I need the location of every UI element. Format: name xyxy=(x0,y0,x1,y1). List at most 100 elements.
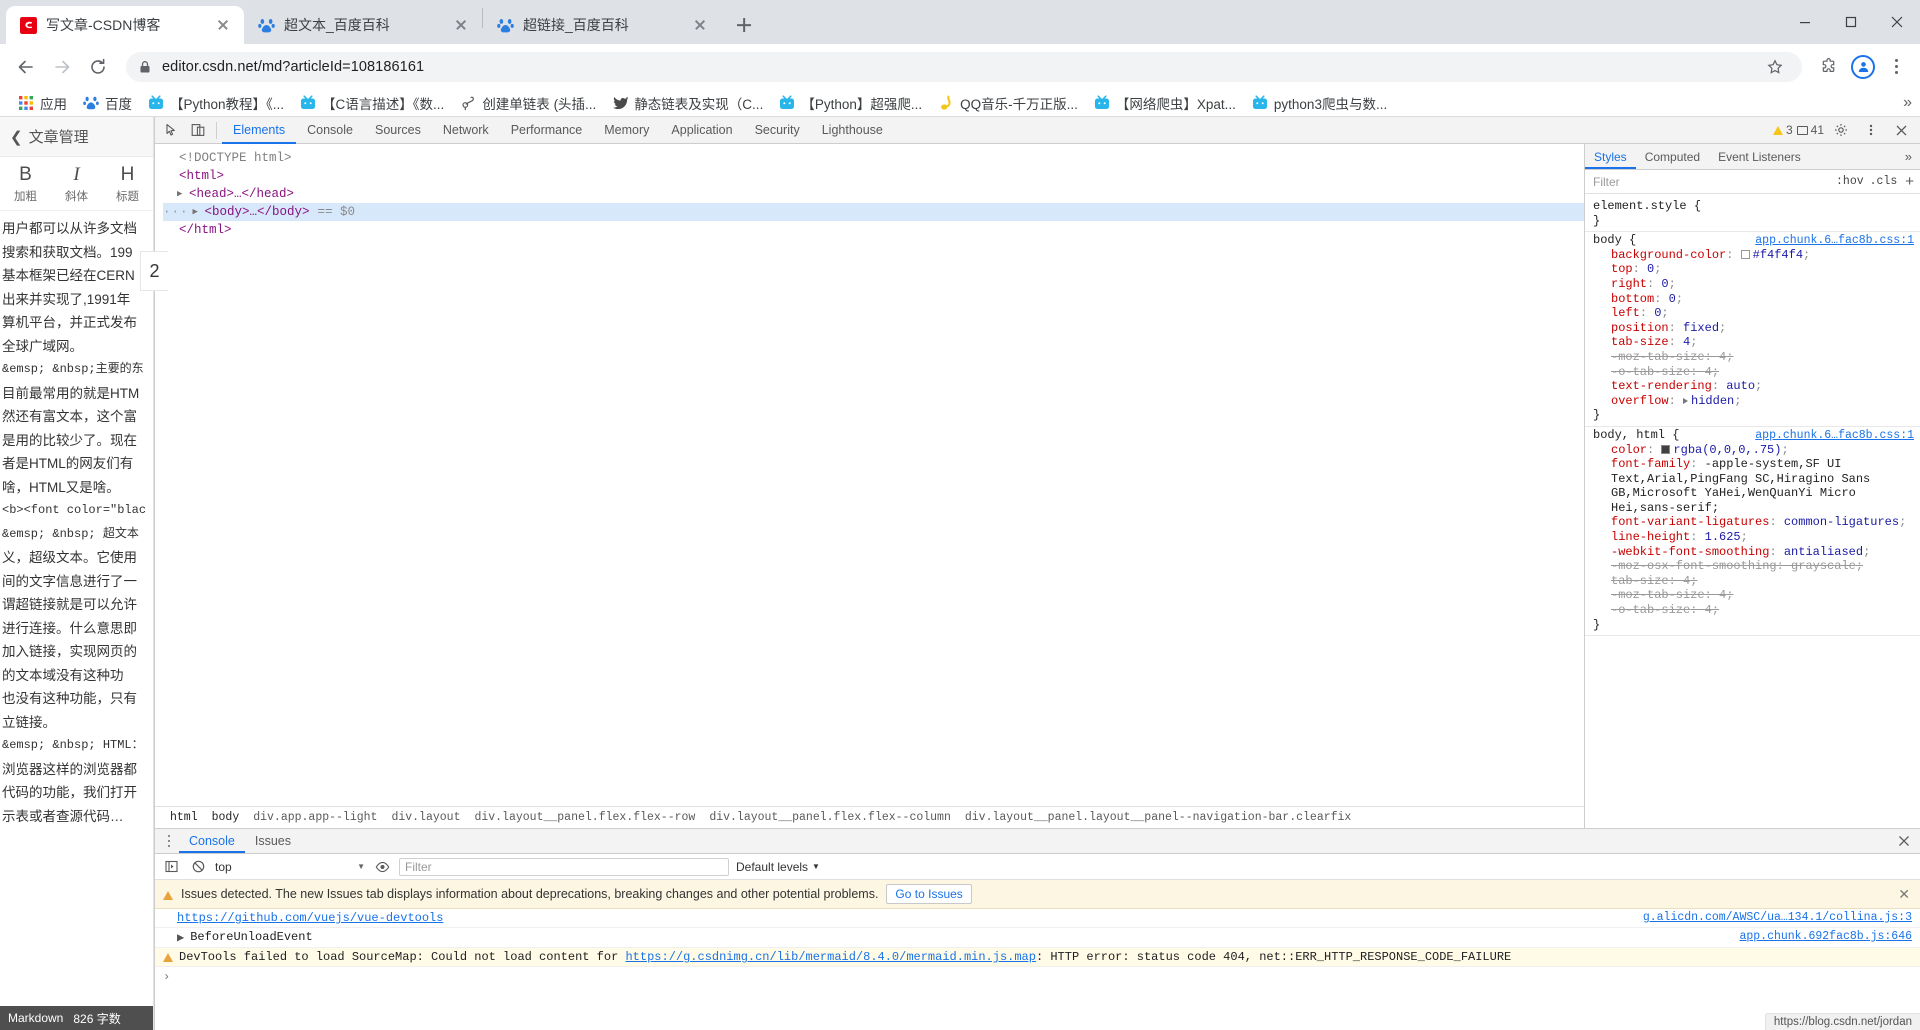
gear-icon[interactable] xyxy=(1828,118,1854,143)
color-swatch[interactable] xyxy=(1740,249,1750,259)
style-prop[interactable]: background-color: #f4f4f4; xyxy=(1593,248,1920,263)
close-button[interactable] xyxy=(1874,0,1920,44)
device-toolbar-icon[interactable] xyxy=(185,118,211,143)
tab-close-button[interactable] xyxy=(214,16,232,34)
style-prop[interactable]: -webkit-font-smoothing: antialiased; xyxy=(1593,545,1920,560)
color-swatch[interactable] xyxy=(1661,444,1671,454)
clear-console-icon[interactable] xyxy=(188,854,208,879)
console-context-selector[interactable]: top ▼ xyxy=(215,860,365,874)
drawer-close-button[interactable] xyxy=(1888,829,1920,853)
forward-button[interactable] xyxy=(46,51,78,83)
browser-tab-2[interactable]: 超链接_百度百科 xyxy=(483,6,721,44)
tab-memory[interactable]: Memory xyxy=(593,117,660,144)
style-prop[interactable]: overflow: hidden; xyxy=(1593,394,1920,409)
message-source-link[interactable]: g.alicdn.com/AWSC/ua…134.1/collina.js:3 xyxy=(1643,911,1912,924)
breadcrumb-item-layout[interactable]: div.layout xyxy=(384,811,467,824)
tab-styles[interactable]: Styles xyxy=(1585,144,1636,169)
bookmarks-overflow-button[interactable]: » xyxy=(1903,94,1912,112)
style-prop[interactable]: line-height: 1.625; xyxy=(1593,530,1920,545)
bookmark-xpath[interactable]: 【网络爬虫】Xpat... xyxy=(1086,90,1244,116)
browser-tab-1[interactable]: 超文本_百度百科 xyxy=(244,6,482,44)
warning-count-badge[interactable]: 3 xyxy=(1772,123,1793,137)
bookmark-c-language[interactable]: 【C语言描述】《数... xyxy=(292,90,452,116)
style-rule-body-html[interactable]: body, html { app.chunk.6…fac8b.css:1 col… xyxy=(1585,427,1920,637)
dom-node[interactable]: <html> xyxy=(163,167,1584,185)
expand-triangle-icon[interactable]: ▶ xyxy=(177,185,187,203)
style-prop[interactable]: right: 0; xyxy=(1593,277,1920,292)
rule-source-link[interactable]: app.chunk.6…fac8b.css:1 xyxy=(1755,234,1914,249)
style-rule-element[interactable]: element.style { } xyxy=(1585,198,1920,233)
address-bar[interactable]: editor.csdn.net/md?articleId=108186161 xyxy=(126,51,1802,82)
reload-button[interactable] xyxy=(82,51,114,83)
breadcrumb-item-body[interactable]: body xyxy=(205,811,247,824)
console-message-object[interactable]: ▶ BeforeUnloadEvent app.chunk.692fac8b.j… xyxy=(155,928,1920,948)
extensions-button[interactable] xyxy=(1814,52,1844,82)
heading-button[interactable]: H 标题 xyxy=(102,165,153,204)
rule-source-link[interactable]: app.chunk.6…fac8b.css:1 xyxy=(1755,429,1914,444)
drawer-menu-button[interactable] xyxy=(159,829,179,853)
dom-tree[interactable]: <!DOCTYPE html> <html> ▶ <head>…</head> … xyxy=(155,144,1584,806)
new-style-rule-button[interactable]: + xyxy=(1903,173,1916,190)
styles-filter-input[interactable]: Filter xyxy=(1589,175,1830,189)
style-prop[interactable]: left: 0; xyxy=(1593,306,1920,321)
console-levels-selector[interactable]: Default levels ▼ xyxy=(736,860,820,874)
dom-node[interactable]: <!DOCTYPE html> xyxy=(163,149,1584,167)
tab-lighthouse[interactable]: Lighthouse xyxy=(811,117,894,144)
sourcemap-url-link[interactable]: https://g.csdnimg.cn/lib/mermaid/8.4.0/m… xyxy=(625,950,1035,964)
expand-triangle-icon[interactable] xyxy=(1683,397,1689,404)
breadcrumb-item-navigation-bar[interactable]: div.layout__panel.layout__panel--navigat… xyxy=(958,811,1358,824)
style-prop[interactable]: text-rendering: auto; xyxy=(1593,379,1920,394)
live-expression-icon[interactable] xyxy=(372,854,392,879)
expand-triangle-icon[interactable]: ▶ xyxy=(193,203,203,221)
bookmark-python-spider[interactable]: 【Python】超强爬... xyxy=(771,90,930,116)
new-tab-button[interactable] xyxy=(729,10,759,40)
article-title-input[interactable]: 2 xyxy=(140,251,168,291)
bold-button[interactable]: B 加粗 xyxy=(0,165,51,204)
breadcrumb-item-html[interactable]: html xyxy=(163,811,205,824)
style-prop-overridden[interactable]: tab-size: 4; xyxy=(1593,574,1920,589)
console-message-link[interactable]: https://github.com/vuejs/vue-devtools g.… xyxy=(155,909,1920,928)
style-prop-overridden[interactable]: -o-tab-size: 4; xyxy=(1593,365,1920,380)
console-messages[interactable]: Issues detected. The new Issues tab disp… xyxy=(155,880,1920,1030)
chevron-left-icon[interactable]: ❮ xyxy=(10,128,23,146)
style-prop[interactable]: font-family: -apple-system,SF UI Text,Ar… xyxy=(1593,457,1920,515)
tab-network[interactable]: Network xyxy=(432,117,500,144)
tab-console[interactable]: Console xyxy=(296,117,364,144)
style-rule-body[interactable]: body { app.chunk.6…fac8b.css:1 backgroun… xyxy=(1585,232,1920,427)
issues-banner-close-button[interactable]: ✕ xyxy=(1898,886,1912,903)
inspect-cursor-icon[interactable] xyxy=(159,118,185,143)
style-prop[interactable]: bottom: 0; xyxy=(1593,292,1920,307)
tab-performance[interactable]: Performance xyxy=(500,117,594,144)
dom-node-selected[interactable]: ··· ▶ <body>…</body> == $0 xyxy=(163,203,1584,221)
style-prop[interactable]: top: 0; xyxy=(1593,262,1920,277)
bookmark-python3-spider[interactable]: python3爬虫与数... xyxy=(1244,90,1395,116)
style-prop-overridden[interactable]: -o-tab-size: 4; xyxy=(1593,603,1920,618)
hov-toggle[interactable]: :hov xyxy=(1836,175,1864,188)
maximize-button[interactable] xyxy=(1828,0,1874,44)
devtools-menu-button[interactable] xyxy=(1858,118,1884,143)
bookmark-linked-list[interactable]: 创建单链表 (头插... xyxy=(452,90,604,116)
tab-event-listeners[interactable]: Event Listeners xyxy=(1709,144,1810,169)
tab-security[interactable]: Security xyxy=(744,117,811,144)
style-prop[interactable]: tab-size: 4; xyxy=(1593,335,1920,350)
message-source-link[interactable]: app.chunk.692fac8b.js:646 xyxy=(1739,930,1912,943)
expand-triangle-icon[interactable]: ▶ xyxy=(163,930,184,945)
breadcrumb-item-panel-column[interactable]: div.layout__panel.flex.flex--column xyxy=(702,811,958,824)
browser-tab-0[interactable]: 写文章-CSDN博客 xyxy=(6,6,244,44)
style-prop[interactable]: position: fixed; xyxy=(1593,321,1920,336)
style-prop-overridden[interactable]: -moz-osx-font-smoothing: grayscale; xyxy=(1593,559,1920,574)
tab-sources[interactable]: Sources xyxy=(364,117,432,144)
article-manage-link[interactable]: 文章管理 xyxy=(29,126,89,147)
console-message-warning[interactable]: DevTools failed to load SourceMap: Could… xyxy=(155,948,1920,967)
back-button[interactable] xyxy=(10,51,42,83)
style-prop-overridden[interactable]: -moz-tab-size: 4; xyxy=(1593,350,1920,365)
tab-elements[interactable]: Elements xyxy=(222,117,297,144)
bookmark-star-icon[interactable] xyxy=(1760,52,1790,82)
browser-menu-button[interactable] xyxy=(1882,53,1910,81)
italic-button[interactable]: I 斜体 xyxy=(51,165,102,204)
dom-node[interactable]: ▶ <head>…</head> xyxy=(163,185,1584,203)
dom-node[interactable]: </html> xyxy=(163,221,1584,239)
styles-more-tabs-button[interactable]: » xyxy=(1897,144,1920,169)
bookmark-static-linked-list[interactable]: 静态链表及实现（C... xyxy=(604,90,771,116)
breadcrumb-item-app[interactable]: div.app.app--light xyxy=(246,811,384,824)
